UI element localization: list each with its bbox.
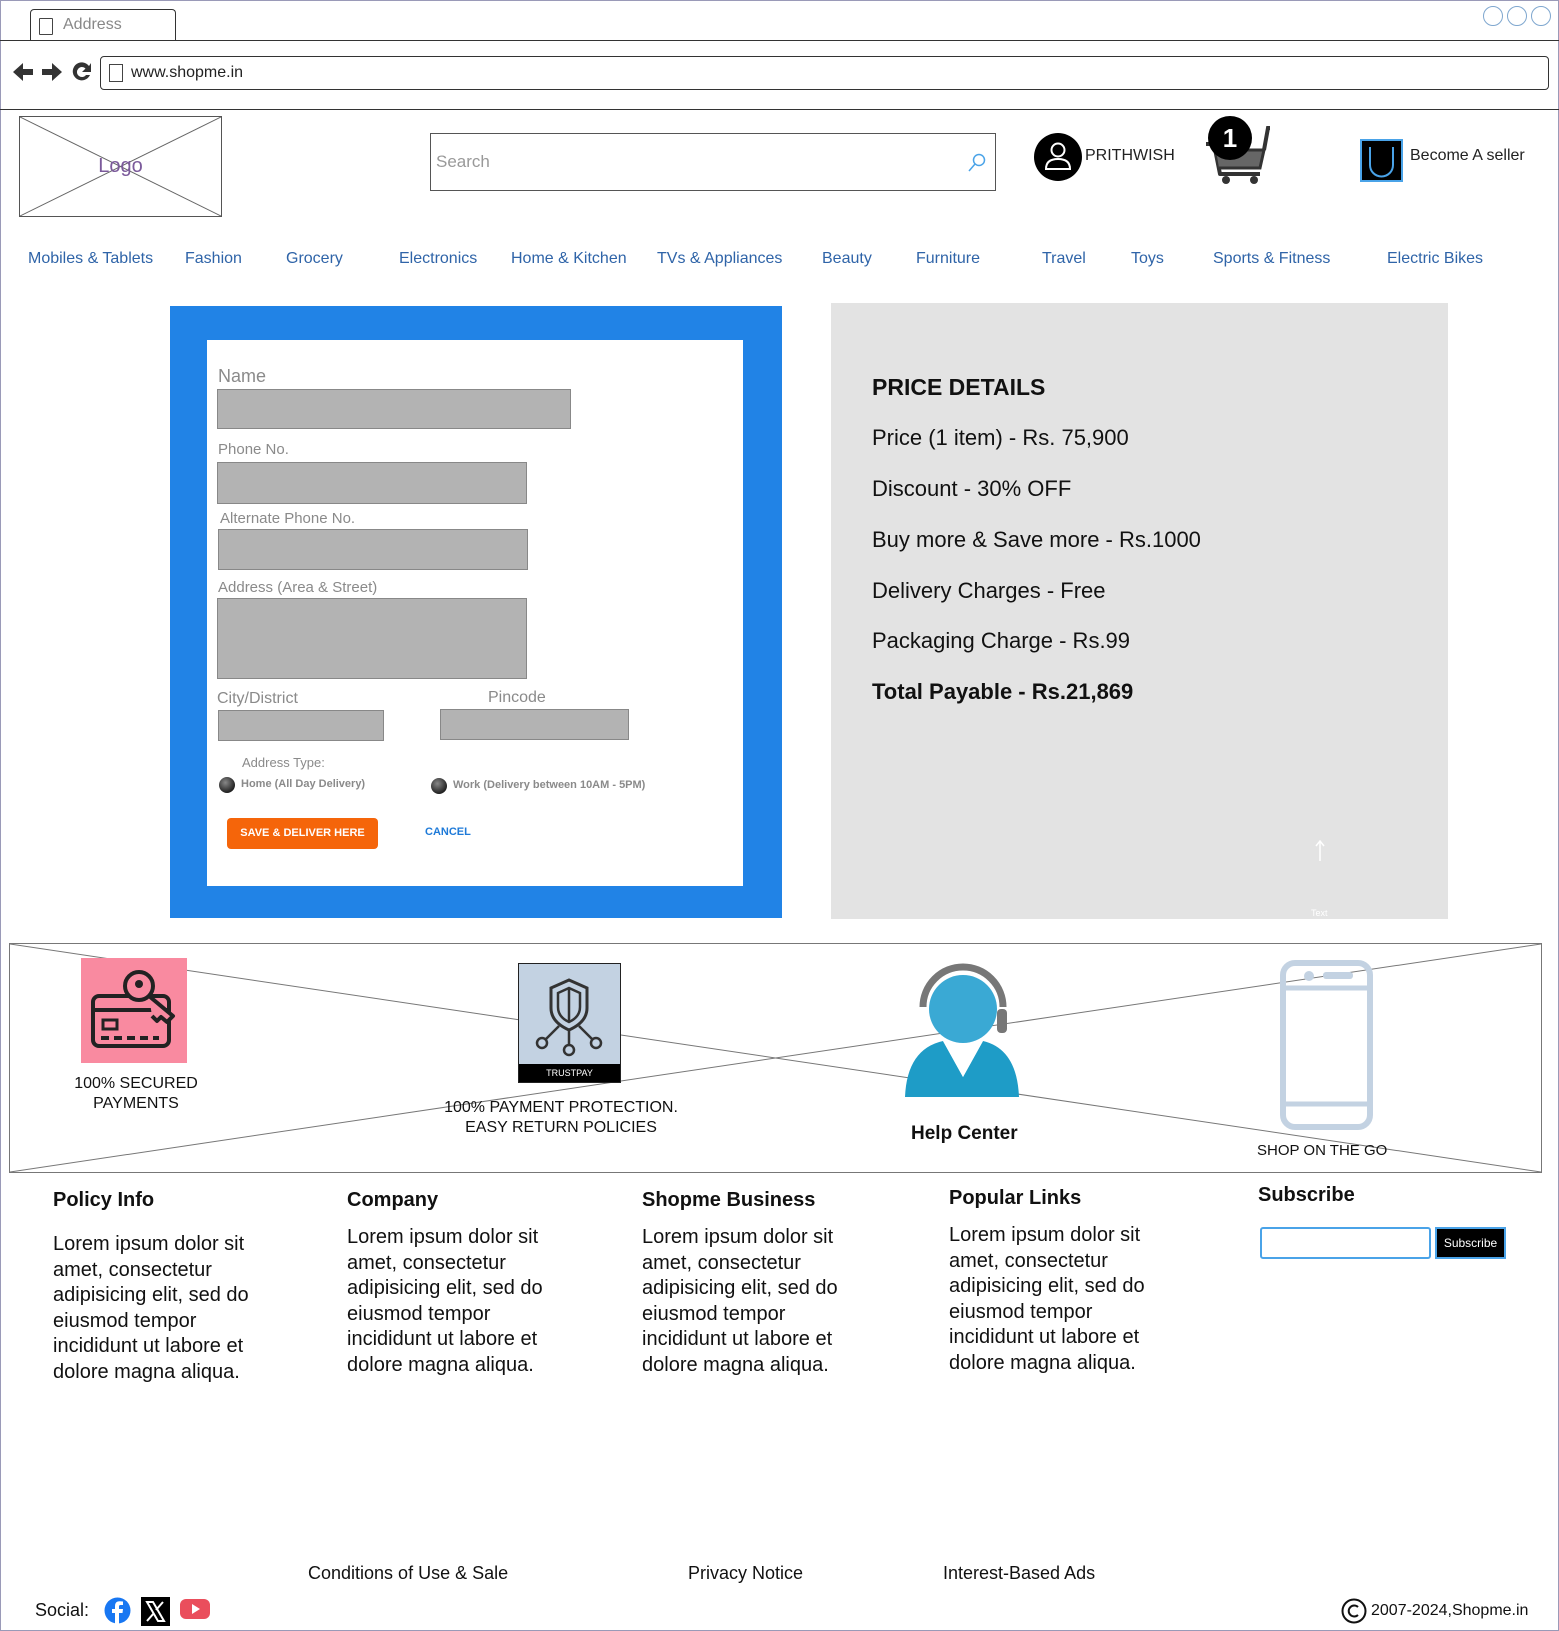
home-option-label: Home (All Day Delivery) (241, 778, 366, 790)
payment-protection-label: 100% PAYMENT PROTECTION. EASY RETURN POL… (430, 1098, 692, 1138)
address-field[interactable] (217, 598, 527, 679)
chrome-divider (0, 109, 1559, 110)
category-electronics[interactable]: Electronics (399, 250, 477, 268)
subscribe-heading: Subscribe (1258, 1184, 1355, 1206)
buy-more-line: Buy more & Save more - Rs.1000 (872, 527, 1201, 552)
address-type-label: Address Type: (242, 755, 325, 770)
trustpay-caption: TRUSTPAY (519, 1064, 620, 1082)
window-close-button[interactable] (1531, 6, 1551, 26)
city-field[interactable] (218, 710, 384, 741)
privacy-notice-link[interactable]: Privacy Notice (688, 1563, 803, 1584)
phone-label: Phone No. (218, 441, 289, 458)
category-sports-fitness[interactable]: Sports & Fitness (1213, 250, 1330, 268)
browser-tab[interactable]: Address (30, 9, 176, 41)
pincode-label: Pincode (488, 689, 546, 706)
username[interactable]: PRITHWISH (1085, 147, 1175, 165)
become-seller-link[interactable]: Become A seller (1410, 147, 1525, 165)
logo-text: Logo (98, 155, 143, 177)
work-radio[interactable] (431, 778, 447, 794)
tab-divider (0, 40, 1559, 41)
trustpay-shield-icon: TRUSTPAY (518, 963, 621, 1083)
company-heading: Company (347, 1189, 439, 1211)
shopme-business-heading: Shopme Business (642, 1189, 816, 1211)
category-home-kitchen[interactable]: Home & Kitchen (511, 250, 627, 268)
help-center-label[interactable]: Help Center (911, 1123, 1018, 1145)
site-logo[interactable]: Logo (19, 116, 222, 217)
social-label: Social: (35, 1600, 90, 1620)
seller-icon[interactable] (1360, 139, 1403, 182)
category-toys[interactable]: Toys (1131, 250, 1164, 268)
policy-info-text: Lorem ipsum dolor sit amet, consectetur … (53, 1233, 249, 1383)
company-text: Lorem ipsum dolor sit amet, consectetur … (347, 1226, 543, 1376)
city-label: City/District (217, 690, 298, 707)
save-deliver-button[interactable]: SAVE & DELIVER HERE (227, 818, 378, 849)
cart-count-badge: 1 (1208, 116, 1252, 160)
back-arrow-icon[interactable] (11, 60, 35, 88)
facebook-icon[interactable] (104, 1597, 131, 1624)
refresh-icon[interactable] (70, 60, 94, 88)
category-travel[interactable]: Travel (1042, 250, 1086, 268)
secured-line-1: 100% SECURED (74, 1075, 198, 1092)
price-line: Price (1 item) - Rs. 75,900 (872, 425, 1129, 450)
search-input[interactable]: Search (430, 133, 996, 191)
user-avatar-icon[interactable] (1034, 133, 1082, 181)
interest-ads-link[interactable]: Interest-Based Ads (943, 1563, 1095, 1584)
x-icon[interactable] (141, 1597, 170, 1626)
tab-label: Address (63, 16, 122, 33)
packaging-line: Packaging Charge - Rs.99 (872, 628, 1131, 653)
category-electric-bikes[interactable]: Electric Bikes (1387, 250, 1483, 268)
cart-icon[interactable]: 1 (1204, 114, 1273, 186)
window-minimize-button[interactable] (1483, 6, 1503, 26)
placeholder-text: Text (1311, 908, 1328, 918)
discount-line: Discount - 30% OFF (872, 476, 1072, 501)
document-icon (39, 18, 53, 35)
protection-line-2: EASY RETURN POLICIES (465, 1119, 657, 1136)
alt-phone-field[interactable] (218, 529, 528, 570)
conditions-link[interactable]: Conditions of Use & Sale (308, 1563, 508, 1584)
category-beauty[interactable]: Beauty (822, 250, 872, 268)
popular-links-heading: Popular Links (949, 1187, 1082, 1209)
mobile-phone-icon (1280, 960, 1373, 1130)
secure-card-key-icon (81, 958, 187, 1063)
name-field[interactable] (217, 389, 571, 429)
youtube-icon[interactable] (180, 1597, 210, 1621)
category-fashion[interactable]: Fashion (185, 250, 242, 268)
total-payable: Total Payable - Rs.21,869 (872, 679, 1134, 704)
subscribe-button[interactable]: Subscribe (1435, 1227, 1506, 1259)
forward-arrow-icon[interactable] (40, 60, 64, 88)
subscribe-email-input[interactable] (1260, 1227, 1431, 1259)
shopme-business-text: Lorem ipsum dolor sit amet, consectetur … (642, 1226, 838, 1376)
copyright-icon (1341, 1598, 1367, 1624)
name-label: Name (218, 366, 267, 386)
category-grocery[interactable]: Grocery (286, 250, 343, 268)
copyright-text: 2007-2024,Shopme.in (1371, 1602, 1529, 1619)
pincode-field[interactable] (440, 709, 629, 740)
address-bar[interactable]: www.shopme.in (100, 56, 1549, 90)
secured-line-2: PAYMENTS (93, 1095, 179, 1112)
search-icon[interactable] (967, 152, 987, 174)
delivery-line: Delivery Charges - Free (872, 578, 1106, 603)
category-mobiles-tablets[interactable]: Mobiles & Tablets (28, 250, 153, 268)
search-placeholder: Search (436, 152, 490, 171)
help-center-agent-icon (903, 957, 1019, 1099)
address-label: Address (Area & Street) (218, 579, 378, 596)
cancel-button[interactable]: CANCEL (425, 826, 471, 838)
alt-phone-label: Alternate Phone No. (220, 510, 356, 527)
secured-payments-label: 100% SECURED PAYMENTS (60, 1074, 212, 1114)
price-details-title: PRICE DETAILS (872, 374, 1046, 400)
phone-field[interactable] (217, 462, 527, 504)
window-maximize-button[interactable] (1507, 6, 1527, 26)
work-option-label: Work (Delivery between 10AM - 5PM) (453, 779, 646, 791)
page-icon (109, 64, 123, 82)
home-radio[interactable] (219, 777, 235, 793)
policy-info-heading: Policy Info (53, 1189, 155, 1211)
category-tvs-appliances[interactable]: TVs & Appliances (657, 250, 782, 268)
url-text: www.shopme.in (131, 64, 244, 81)
arrow-up-icon (1315, 840, 1325, 861)
protection-line-1: 100% PAYMENT PROTECTION. (444, 1099, 678, 1116)
category-furniture[interactable]: Furniture (916, 250, 980, 268)
popular-links-text: Lorem ipsum dolor sit amet, consectetur … (949, 1224, 1145, 1374)
shop-on-go-label: SHOP ON THE GO (1257, 1142, 1388, 1159)
